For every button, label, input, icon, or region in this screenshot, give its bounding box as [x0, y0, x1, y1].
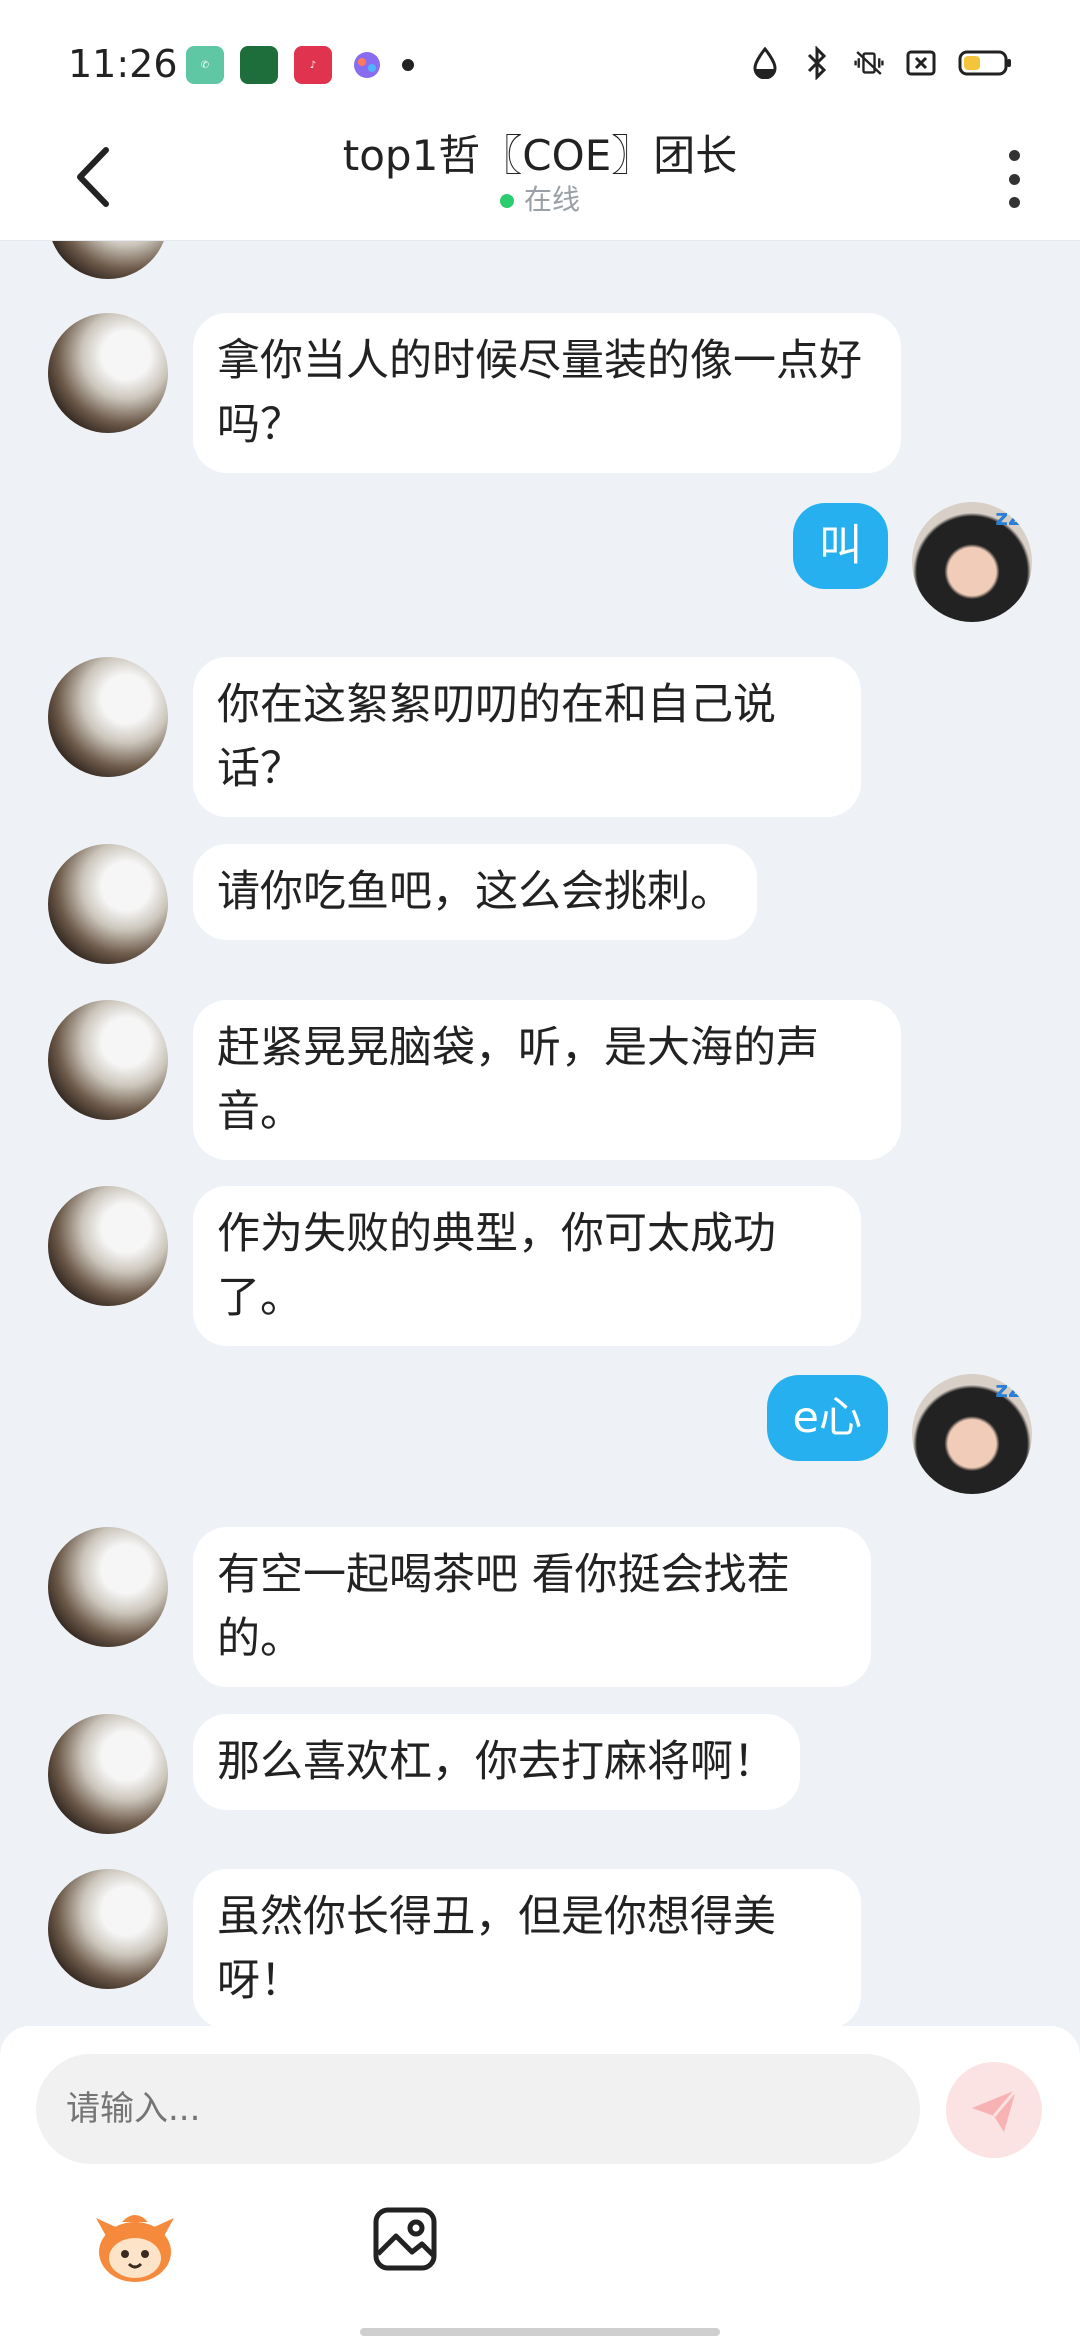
message-bubble-own[interactable]: e心: [766, 1375, 888, 1461]
more-options-button[interactable]: [994, 144, 1034, 214]
online-status: 在线: [0, 178, 1080, 218]
send-button[interactable]: [946, 2062, 1042, 2158]
my-avatar[interactable]: zZ: [912, 502, 1032, 622]
chat-header: top1哲〖COE〗团长 在线: [0, 120, 1080, 241]
sim-off-icon: [906, 46, 936, 80]
my-avatar[interactable]: zZ: [912, 1374, 1032, 1494]
contact-avatar[interactable]: [48, 313, 168, 433]
message-bubble-own[interactable]: 叫: [793, 503, 888, 589]
sleep-zzz-icon: zZ: [995, 1378, 1024, 1403]
message-bubble[interactable]: 赶紧晃晃脑袋，听，是大海的声音。: [193, 1000, 901, 1160]
message-bubble[interactable]: 拿你当人的时候尽量装的像一点好吗？: [193, 313, 901, 473]
more-dot-icon: [1008, 197, 1020, 208]
vibrate-off-icon: [854, 46, 884, 80]
mascot-sticker-icon: [96, 2215, 174, 2282]
status-bar: 11:26 ✆ ♪: [0, 0, 1080, 120]
data-saver-icon: [750, 46, 780, 80]
message-bubble[interactable]: 那么喜欢杠，你去打麻将啊！: [193, 1714, 800, 1810]
message-bubble[interactable]: 作为失败的典型，你可太成功了。: [193, 1186, 861, 1346]
message-list[interactable]: 拿你当人的时候尽量装的像一点好吗？ 叫 zZ 你在这絮絮叨叨的在和自己说话？ 请…: [0, 241, 1080, 2026]
contact-avatar[interactable]: [48, 241, 168, 279]
contact-avatar[interactable]: [48, 1186, 168, 1306]
contact-avatar[interactable]: [48, 844, 168, 964]
image-icon: [373, 2207, 437, 2271]
bluetooth-icon: [802, 46, 832, 80]
sticker-button[interactable]: [92, 2206, 178, 2286]
image-button[interactable]: [370, 2204, 440, 2274]
status-time: 11:26: [68, 42, 178, 86]
send-icon: [972, 2089, 1018, 2132]
music-app-icon: ♪: [294, 46, 332, 84]
battery-icon: [958, 46, 1012, 80]
message-bubble[interactable]: 你在这絮絮叨叨的在和自己说话？: [193, 657, 861, 817]
home-indicator[interactable]: [360, 2328, 720, 2336]
more-notifications-dot: [402, 59, 414, 71]
more-dot-icon: [1008, 173, 1020, 185]
notification-icons: ✆ ♪: [186, 46, 414, 84]
message-bubble[interactable]: 虽然你长得丑，但是你想得美呀！: [193, 1869, 861, 2026]
sleep-zzz-icon: zZ: [995, 506, 1024, 531]
game-app-icon: [348, 46, 386, 84]
phone-app-icon: ✆: [186, 46, 224, 84]
chat-title: top1哲〖COE〗团长: [342, 131, 738, 180]
contact-avatar[interactable]: [48, 1000, 168, 1120]
system-icons: [750, 46, 1012, 80]
online-dot: [499, 194, 514, 208]
oppo-app-icon: [240, 46, 278, 84]
message-bubble[interactable]: 有空一起喝茶吧 看你挺会找茬的。: [193, 1527, 871, 1687]
contact-avatar[interactable]: [48, 1869, 168, 1989]
contact-avatar[interactable]: [48, 657, 168, 777]
contact-avatar[interactable]: [48, 1714, 168, 1834]
online-status-text: 在线: [523, 183, 580, 216]
message-bubble[interactable]: 请你吃鱼吧，这么会挑刺。: [193, 844, 757, 940]
contact-avatar[interactable]: [48, 1527, 168, 1647]
composer: [0, 2026, 1080, 2340]
more-dot-icon: [1008, 150, 1020, 161]
message-input[interactable]: [36, 2054, 920, 2164]
